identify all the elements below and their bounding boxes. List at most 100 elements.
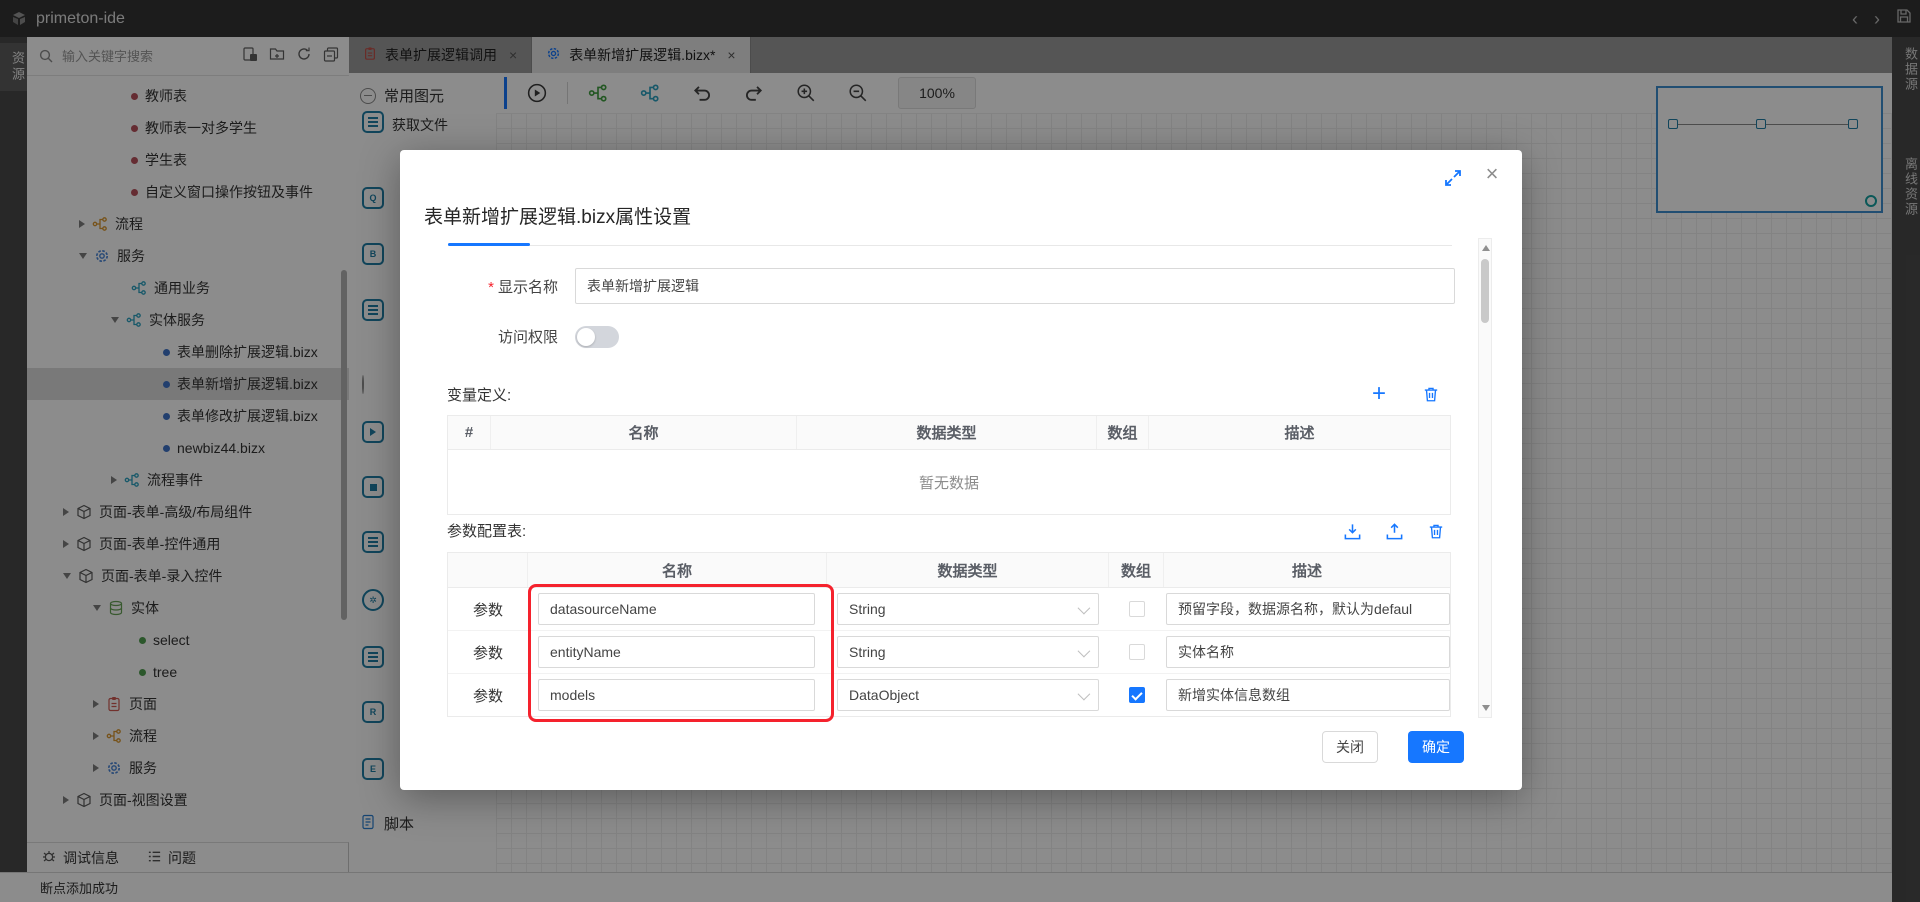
param-name-input[interactable] [538,679,815,711]
expand-arrow-icon[interactable] [63,540,69,548]
resources-vertical-tab[interactable]: 资源 [0,43,27,91]
confirm-button[interactable]: 确定 [1408,731,1464,763]
scrollbar-thumb[interactable] [1481,259,1489,323]
zoom-level-indicator[interactable]: 100% [898,77,976,109]
zoom-in-button[interactable] [793,80,819,106]
validate-flow-button[interactable] [585,80,611,106]
sidebar-scrollbar[interactable] [341,270,347,620]
tree-item[interactable]: 页面-表单-高级/布局组件 [27,496,349,528]
param-name-input[interactable] [538,636,815,668]
expand-arrow-icon[interactable] [93,700,99,708]
debug-info-button[interactable]: 调试信息 [41,848,119,868]
minimap[interactable] [1656,86,1883,213]
tree-item[interactable]: 页面-表单-控件通用 [27,528,349,560]
collapse-all-icon[interactable] [323,46,339,67]
redo-button[interactable] [741,80,767,106]
tree-item[interactable]: 实体服务 [27,304,349,336]
array-checkbox[interactable] [1129,644,1145,660]
dialog-scrollbar[interactable] [1478,238,1492,718]
expand-arrow-icon[interactable] [79,220,85,228]
tree-item[interactable]: select [27,624,349,656]
export-params-button[interactable] [1383,520,1405,542]
nav-forward-icon[interactable]: › [1874,10,1880,28]
palette-item-service-icon[interactable]: ✲ [362,589,384,611]
palette-item-assign-icon[interactable] [362,531,384,553]
tree-item-selected[interactable]: 表单新增扩展逻辑.bizx [27,368,349,400]
expand-arrow-icon[interactable] [93,764,99,772]
tree-item[interactable]: 通用业务 [27,272,349,304]
expand-arrow-icon[interactable] [63,508,69,516]
import-params-button[interactable] [1341,520,1363,542]
palette-item-label[interactable]: 获取文件 [392,115,448,135]
scroll-up-arrow-icon[interactable] [1482,245,1490,251]
search-input[interactable] [60,48,214,65]
tree-item[interactable]: 自定义窗口操作按钮及事件 [27,176,349,208]
scroll-down-arrow-icon[interactable] [1482,705,1490,711]
tree-item[interactable]: 流程 [27,720,349,752]
close-tab-icon[interactable]: × [727,47,735,63]
tree-item[interactable]: 页面 [27,688,349,720]
undo-button[interactable] [689,80,715,106]
layout-flow-button[interactable] [637,80,663,106]
palette-item-icon[interactable] [362,299,384,321]
add-variable-button[interactable]: + [1366,381,1392,407]
palette-item-rest-icon[interactable]: R [362,701,384,723]
tree-item[interactable]: 页面-视图设置 [27,784,349,816]
param-type-select[interactable]: String [837,636,1099,668]
offline-resource-vertical-tab[interactable]: 离线资源 [1892,157,1920,217]
tree-item[interactable]: 教师表一对多学生 [27,112,349,144]
array-checkbox-checked[interactable] [1129,687,1145,703]
tree-item[interactable]: 教师表 [27,80,349,112]
tree-item[interactable]: 服务 [27,752,349,784]
tree-item[interactable]: 流程 [27,208,349,240]
problems-button[interactable]: 问题 [147,848,196,868]
param-description-input[interactable] [1166,636,1450,668]
param-type-select[interactable]: DataObject [837,679,1099,711]
display-name-input[interactable] [575,268,1455,304]
tree-item[interactable]: 服务 [27,240,349,272]
expand-arrow-icon[interactable] [111,476,117,484]
collapse-section-icon[interactable] [362,375,364,394]
access-permission-toggle[interactable] [575,326,619,348]
editor-tab-active[interactable]: 表单新增扩展逻辑.bizx* × [532,37,750,73]
array-checkbox[interactable] [1129,601,1145,617]
palette-item-icon[interactable]: E [362,758,384,780]
delete-param-button[interactable] [1425,520,1447,542]
param-type-select[interactable]: String [837,593,1099,625]
close-button[interactable]: 关闭 [1322,731,1378,763]
collapse-section-icon[interactable] [360,88,376,104]
tree-item[interactable]: 表单修改扩展逻辑.bizx [27,400,349,432]
nav-back-icon[interactable]: ‹ [1852,10,1858,28]
zoom-out-button[interactable] [845,80,871,106]
param-description-input[interactable] [1166,679,1450,711]
datasource-vertical-tab[interactable]: 数据源 [1892,47,1920,92]
tree-item[interactable]: 页面-表单-录入控件 [27,560,349,592]
collapse-arrow-icon[interactable] [93,605,101,611]
debug-run-button[interactable] [524,80,550,106]
param-name-input[interactable] [538,593,815,625]
tree-item[interactable]: 学生表 [27,144,349,176]
editor-tab[interactable]: 表单扩展逻辑调用 × [349,37,532,73]
expand-arrow-icon[interactable] [93,732,99,740]
collapse-arrow-icon[interactable] [111,317,119,323]
refresh-icon[interactable] [296,46,312,67]
palette-item-icon[interactable] [362,111,384,133]
tree-item[interactable]: 实体 [27,592,349,624]
palette-item-icon[interactable]: Q [362,187,384,209]
close-icon[interactable]: × [1480,162,1504,186]
palette-item-stop-icon[interactable] [362,476,384,498]
collapse-arrow-icon[interactable] [79,253,87,259]
tree-item[interactable]: 流程事件 [27,464,349,496]
palette-section-common[interactable]: 常用图元 [360,85,444,106]
maximize-icon[interactable] [1443,168,1463,188]
tree-item[interactable]: 表单删除扩展逻辑.bizx [27,336,349,368]
palette-item-play-icon[interactable] [362,421,384,443]
tree-item[interactable]: newbiz44.bizx [27,432,349,464]
param-description-input[interactable] [1166,593,1450,625]
add-folder-icon[interactable] [269,46,285,67]
expand-arrow-icon[interactable] [63,796,69,804]
palette-item-icon[interactable] [362,646,384,668]
palette-item-icon[interactable]: B [362,243,384,265]
export-resource-icon[interactable] [242,46,258,67]
minimap-resize-handle-icon[interactable] [1865,195,1877,207]
